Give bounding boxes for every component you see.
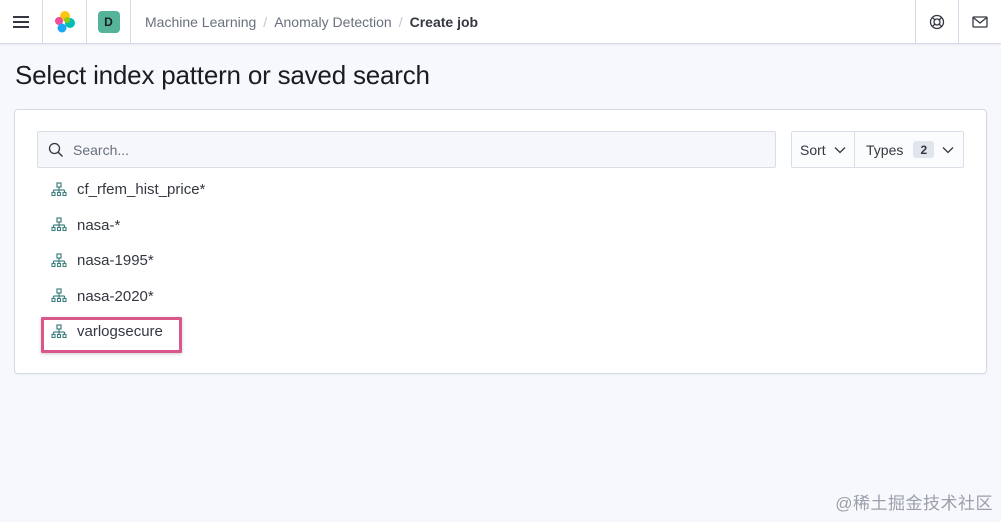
list-item[interactable]: nasa-* bbox=[37, 208, 957, 244]
menu-button[interactable] bbox=[0, 0, 43, 44]
sort-label: Sort bbox=[800, 141, 826, 158]
hamburger-menu-icon bbox=[13, 15, 29, 28]
types-button[interactable]: Types 2 bbox=[855, 132, 963, 167]
list-item-highlighted[interactable]: varlogsecure bbox=[37, 314, 957, 353]
mail-icon bbox=[972, 15, 988, 28]
types-count-badge: 2 bbox=[913, 141, 935, 158]
elastic-logo-link[interactable] bbox=[43, 0, 87, 44]
index-pattern-icon bbox=[51, 288, 67, 304]
search-field[interactable] bbox=[37, 131, 776, 168]
breadcrumb-anomaly-detection[interactable]: Anomaly Detection bbox=[274, 14, 392, 30]
help-button[interactable] bbox=[915, 0, 958, 44]
newsfeed-button[interactable] bbox=[958, 0, 1001, 44]
breadcrumb: Machine Learning / Anomaly Detection / C… bbox=[131, 14, 915, 30]
chevron-down-icon bbox=[942, 146, 954, 154]
breadcrumb-machine-learning[interactable]: Machine Learning bbox=[145, 14, 256, 30]
chevron-down-icon bbox=[834, 146, 846, 154]
highlight-box bbox=[41, 317, 182, 353]
source-selection-panel: Sort Types 2 bbox=[14, 109, 987, 374]
page-title: Select index pattern or saved search bbox=[15, 60, 430, 90]
help-lifebuoy-icon bbox=[929, 14, 945, 29]
sort-button[interactable]: Sort bbox=[792, 132, 855, 167]
list-item[interactable]: nasa-1995* bbox=[37, 243, 957, 279]
saved-object-list: cf_rfem_hist_price* nasa-* nasa-1995* na… bbox=[37, 172, 957, 353]
breadcrumb-separator: / bbox=[398, 13, 403, 30]
index-pattern-icon bbox=[51, 253, 67, 269]
space-avatar: D bbox=[97, 10, 120, 33]
search-icon bbox=[48, 142, 64, 158]
watermark-text: @稀土掘金技术社区 bbox=[835, 494, 993, 513]
list-item-label: cf_rfem_hist_price* bbox=[77, 181, 206, 199]
breadcrumb-separator: / bbox=[263, 13, 268, 30]
index-pattern-icon bbox=[51, 217, 67, 233]
list-item[interactable]: nasa-2020* bbox=[37, 279, 957, 315]
list-item[interactable]: cf_rfem_hist_price* bbox=[37, 172, 957, 208]
list-item-label: nasa-2020* bbox=[77, 287, 154, 305]
elastic-logo-icon bbox=[54, 10, 75, 32]
list-item-label: nasa-* bbox=[77, 216, 121, 234]
types-label: Types bbox=[866, 141, 904, 158]
space-selector[interactable]: D bbox=[87, 0, 131, 44]
list-item-label: nasa-1995* bbox=[77, 252, 154, 270]
search-input[interactable] bbox=[73, 141, 753, 158]
filter-group: Sort Types 2 bbox=[791, 131, 964, 168]
index-pattern-icon bbox=[51, 182, 67, 198]
breadcrumb-create-job: Create job bbox=[409, 13, 479, 30]
top-header: D Machine Learning / Anomaly Detection /… bbox=[0, 0, 1001, 44]
